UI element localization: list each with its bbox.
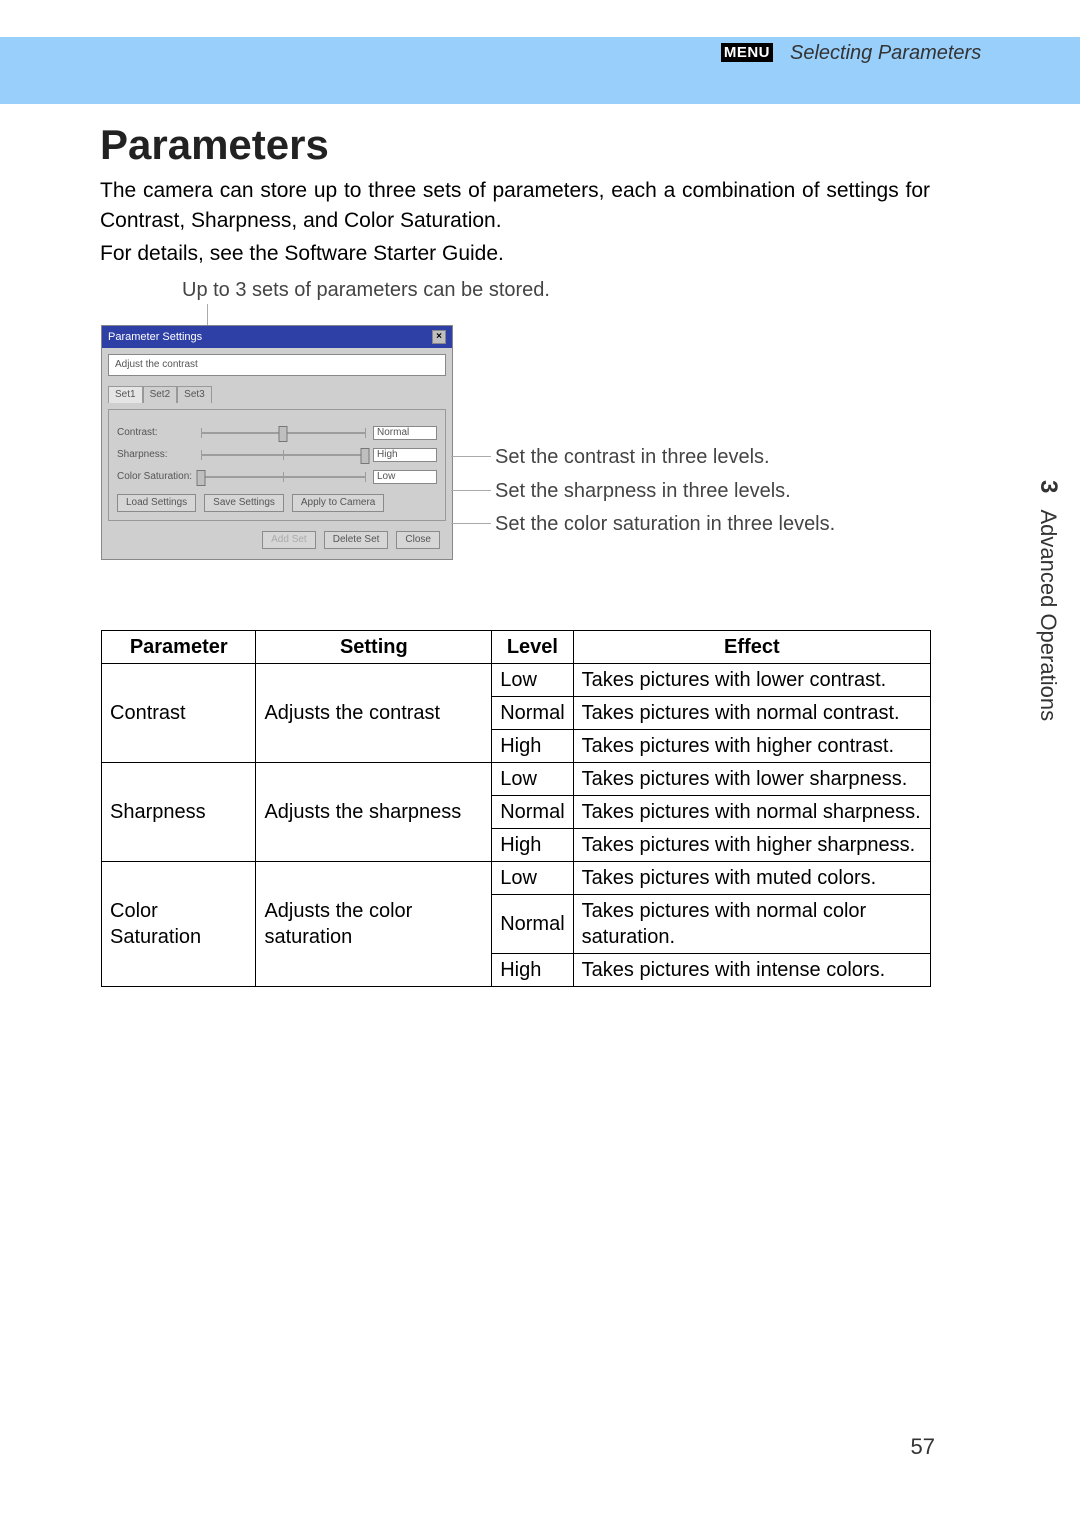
page-number: 57 — [911, 1436, 935, 1458]
intro-text-1: The camera can store up to three sets of… — [100, 176, 930, 235]
parameter-table: ParameterSettingLevelEffectContrastAdjus… — [101, 630, 931, 987]
chapter-number: 3 — [1035, 480, 1062, 493]
callout-saturation: Set the color saturation in three levels… — [495, 514, 835, 534]
cell-level: Normal — [492, 895, 573, 954]
cell-setting: Adjusts the color saturation — [256, 862, 492, 987]
slider-row: Color Saturation: Low — [117, 470, 437, 484]
dialog-button[interactable]: Save Settings — [204, 494, 284, 512]
callout-contrast: Set the contrast in three levels. — [495, 447, 770, 467]
slider-thumb[interactable] — [279, 426, 288, 442]
slider-track[interactable] — [201, 448, 365, 462]
dialog-title: Parameter Settings — [108, 332, 202, 343]
slider-label: Color Saturation: — [117, 472, 201, 482]
dialog-button[interactable]: Close — [396, 531, 440, 549]
table-header: Level — [492, 631, 573, 664]
table-row: Color SaturationAdjusts the color satura… — [102, 862, 931, 895]
tab-set3[interactable]: Set3 — [177, 386, 212, 403]
cell-level: Low — [492, 862, 573, 895]
menu-badge: MENU — [721, 43, 773, 62]
figure-caption-top: Up to 3 sets of parameters can be stored… — [182, 280, 550, 300]
parameter-settings-dialog: Parameter Settings × Adjust the contrast… — [101, 325, 453, 560]
cell-parameter: Contrast — [102, 664, 256, 763]
cell-level: Normal — [492, 697, 573, 730]
cell-effect: Takes pictures with lower contrast. — [573, 664, 930, 697]
cell-parameter: Sharpness — [102, 763, 256, 862]
table-row: SharpnessAdjusts the sharpnessLowTakes p… — [102, 763, 931, 796]
header-section: Selecting Parameters — [790, 43, 981, 63]
cell-setting: Adjusts the sharpness — [256, 763, 492, 862]
cell-effect: Takes pictures with normal sharpness. — [573, 796, 930, 829]
cell-level: Low — [492, 763, 573, 796]
cell-level: Low — [492, 664, 573, 697]
cell-level: High — [492, 730, 573, 763]
dialog-button[interactable]: Add Set — [262, 531, 316, 549]
slider-value: Normal — [373, 426, 437, 440]
leader-line — [451, 523, 491, 524]
close-icon[interactable]: × — [432, 330, 446, 344]
slider-label: Contrast: — [117, 428, 201, 438]
cell-effect: Takes pictures with normal contrast. — [573, 697, 930, 730]
table-row: ContrastAdjusts the contrastLowTakes pic… — [102, 664, 931, 697]
slider-label: Sharpness: — [117, 450, 201, 460]
slider-row: Contrast: Normal — [117, 426, 437, 440]
slider-value: High — [373, 448, 437, 462]
cell-level: High — [492, 829, 573, 862]
slider-value: Low — [373, 470, 437, 484]
page-title: Parameters — [100, 120, 930, 170]
cell-effect: Takes pictures with normal color saturat… — [573, 895, 930, 954]
cell-effect: Takes pictures with intense colors. — [573, 954, 930, 987]
slider-track[interactable] — [201, 470, 365, 484]
dialog-button[interactable]: Load Settings — [117, 494, 196, 512]
cell-level: High — [492, 954, 573, 987]
cell-parameter: Color Saturation — [102, 862, 256, 987]
dialog-button[interactable]: Apply to Camera — [292, 494, 384, 512]
slider-row: Sharpness: High — [117, 448, 437, 462]
leader-line — [451, 456, 491, 457]
tab-set1[interactable]: Set1 — [108, 386, 143, 403]
chapter-label: Advanced Operations — [1036, 509, 1061, 721]
cell-effect: Takes pictures with lower sharpness. — [573, 763, 930, 796]
table-header: Parameter — [102, 631, 256, 664]
slider-track[interactable] — [201, 426, 365, 440]
cell-effect: Takes pictures with higher contrast. — [573, 730, 930, 763]
leader-line — [451, 490, 491, 491]
cell-setting: Adjusts the contrast — [256, 664, 492, 763]
dialog-tabs: Set1 Set2 Set3 — [108, 386, 446, 403]
table-header: Effect — [573, 631, 930, 664]
dialog-tip: Adjust the contrast — [108, 354, 446, 376]
chapter-tab: 3 Advanced Operations — [1036, 480, 1060, 721]
slider-thumb[interactable] — [197, 470, 206, 486]
cell-effect: Takes pictures with muted colors. — [573, 862, 930, 895]
leader-line — [207, 304, 208, 325]
table-header: Setting — [256, 631, 492, 664]
slider-thumb[interactable] — [361, 448, 370, 464]
callout-sharpness: Set the sharpness in three levels. — [495, 481, 791, 501]
dialog-button[interactable]: Delete Set — [324, 531, 389, 549]
cell-effect: Takes pictures with higher sharpness. — [573, 829, 930, 862]
cell-level: Normal — [492, 796, 573, 829]
intro-text-2: For details, see the Software Starter Gu… — [100, 239, 930, 268]
tab-set2[interactable]: Set2 — [143, 386, 178, 403]
